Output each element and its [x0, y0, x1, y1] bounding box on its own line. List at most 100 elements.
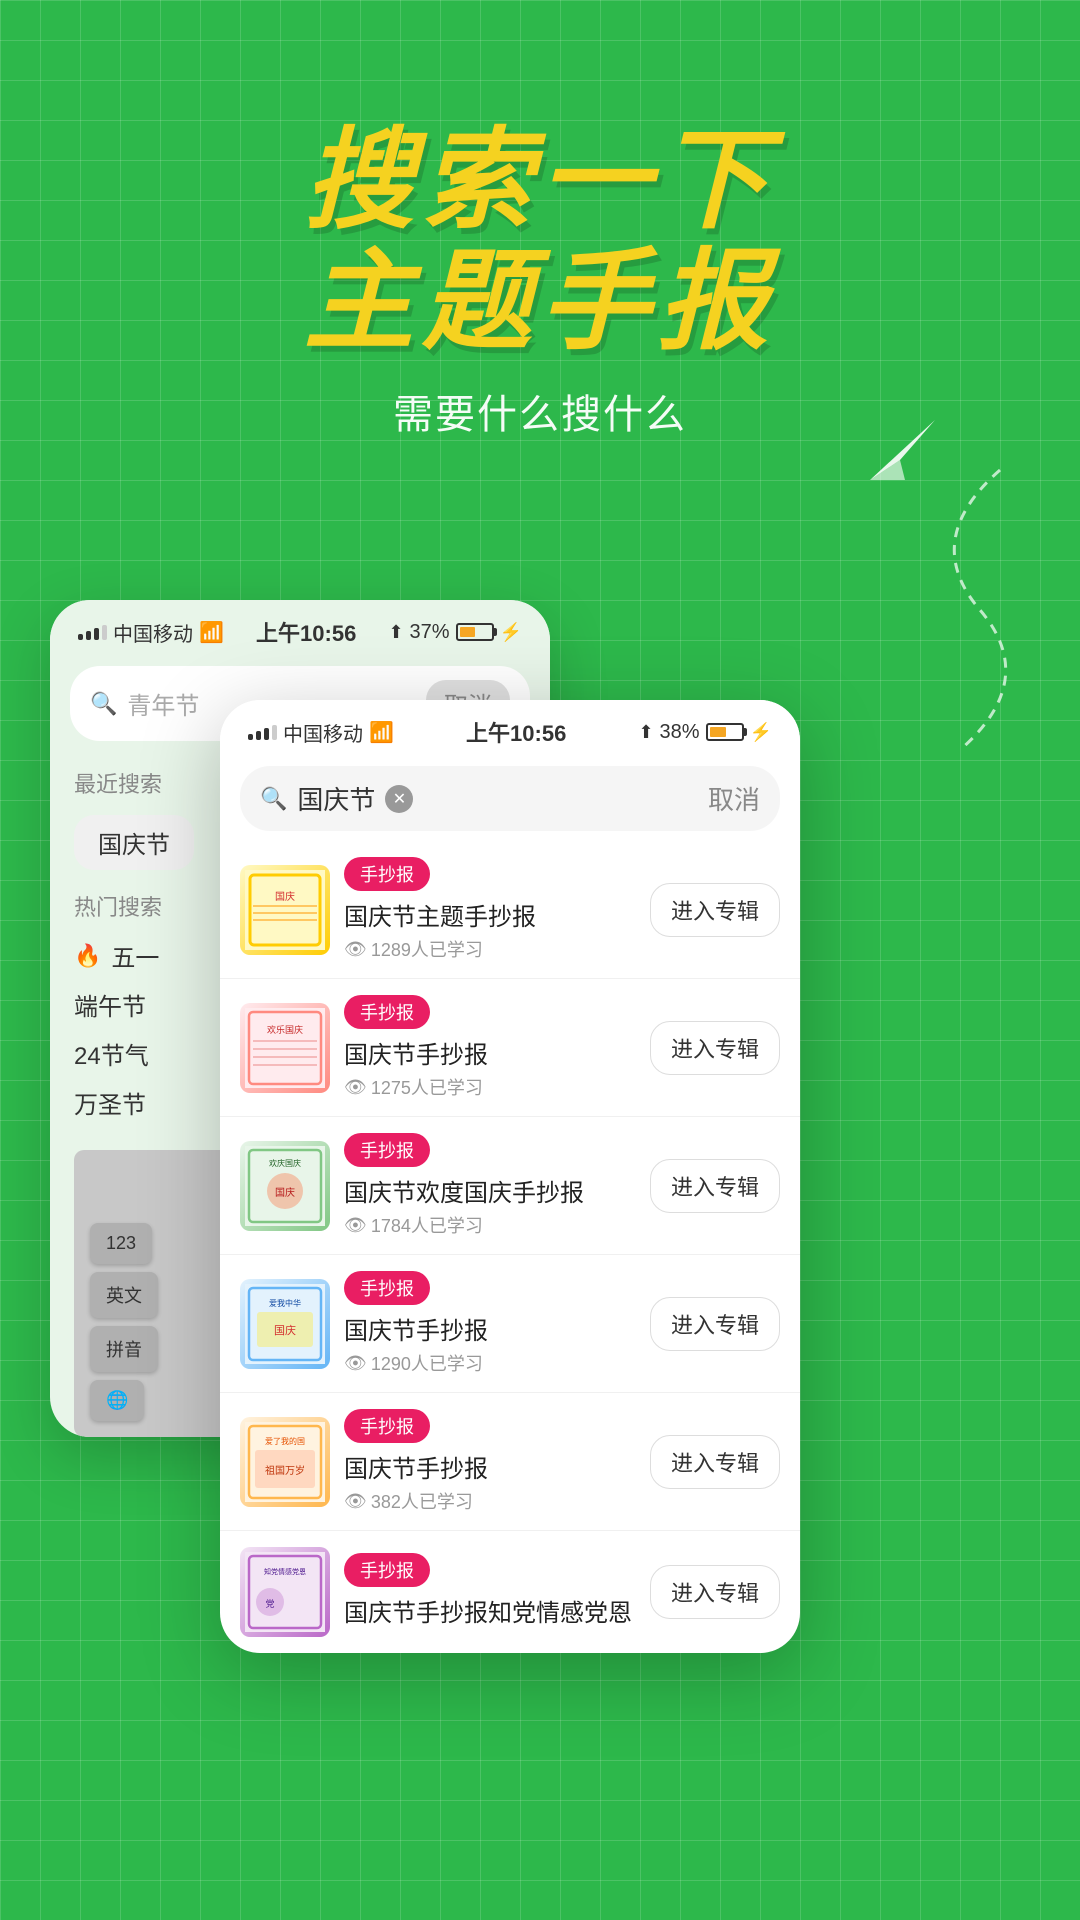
result-title-6: 国庆节手抄报知党情感党恩: [344, 1593, 636, 1628]
result-info-4: 手抄报 国庆节手抄报 👁 1290人已学习: [344, 1271, 636, 1376]
result-item-1[interactable]: 国庆 手抄报 国庆节主题手抄报 👁 1289人已学习 进入专辑: [220, 841, 800, 979]
svg-text:国庆: 国庆: [275, 1186, 295, 1199]
result-views-2: 👁 1275人已学习: [344, 1074, 636, 1100]
result-info-3: 手抄报 国庆节欢度国庆手抄报 👁 1784人已学习: [344, 1133, 636, 1238]
result-title-4: 国庆节手抄报: [344, 1311, 636, 1346]
result-tag-6: 手抄报: [344, 1553, 430, 1587]
back-phone-status-bar: 中国移动 📶 上午10:56 ⬆ 37% ⚡: [50, 600, 550, 658]
front-wifi-icon: 📶: [369, 720, 394, 745]
back-search-icon: 🔍: [90, 691, 117, 717]
result-thumb-6: 知党情感党恩 党: [240, 1547, 330, 1637]
front-search-icon: 🔍: [260, 786, 287, 812]
front-phone-status-bar: 中国移动 📶 上午10:56 ⬆ 38% ⚡: [220, 700, 800, 758]
front-search-query: 国庆节: [297, 780, 375, 817]
front-signal-icon: [248, 725, 277, 740]
result-item-6[interactable]: 知党情感党恩 党 手抄报 国庆节手抄报知党情感党恩 进入专辑: [220, 1531, 800, 1653]
front-charging-icon: ⚡: [750, 722, 772, 743]
front-search-bar[interactable]: 🔍 国庆节 ✕ 取消: [240, 766, 780, 831]
front-clear-button[interactable]: ✕: [385, 785, 413, 813]
hero-title-line2: 主题手报: [304, 241, 776, 362]
result-thumb-1: 国庆: [240, 865, 330, 955]
back-battery-icon: [456, 623, 494, 641]
back-location-icon: ⬆: [388, 622, 403, 643]
eye-icon-1: 👁: [344, 939, 367, 960]
svg-text:党: 党: [265, 1598, 274, 1609]
result-info-1: 手抄报 国庆节主题手抄报 👁 1289人已学习: [344, 857, 636, 962]
result-tag-3: 手抄报: [344, 1133, 430, 1167]
front-cancel-button[interactable]: 取消: [708, 780, 760, 817]
result-tag-2: 手抄报: [344, 995, 430, 1029]
result-title-5: 国庆节手抄报: [344, 1449, 636, 1484]
back-status-left: 中国移动 📶: [78, 618, 224, 647]
result-item-4[interactable]: 爱我中华 国庆 手抄报 国庆节手抄报 👁 1290人已学习 进入专辑: [220, 1255, 800, 1393]
svg-text:国庆: 国庆: [275, 890, 295, 903]
front-location-icon: ⬆: [638, 722, 653, 743]
eye-icon-5: 👁: [344, 1491, 367, 1512]
front-status-right: ⬆ 38% ⚡: [638, 721, 772, 744]
eye-icon-2: 👁: [344, 1077, 367, 1098]
svg-text:欢庆国庆: 欢庆国庆: [269, 1158, 301, 1168]
back-time: 上午10:56: [256, 616, 356, 648]
kbd-123[interactable]: 123: [90, 1223, 152, 1264]
kbd-pinyin[interactable]: 拼音: [90, 1326, 158, 1372]
result-views-1: 👁 1289人已学习: [344, 936, 636, 962]
back-battery-percent: 37%: [410, 621, 450, 644]
result-info-6: 手抄报 国庆节手抄报知党情感党恩: [344, 1553, 636, 1632]
back-status-right: ⬆ 37% ⚡: [388, 621, 522, 644]
hot-text-4: 万圣节: [74, 1085, 146, 1120]
result-info-2: 手抄报 国庆节手抄报 👁 1275人已学习: [344, 995, 636, 1100]
svg-text:祖国万岁: 祖国万岁: [265, 1464, 305, 1477]
enter-album-button-4[interactable]: 进入专辑: [650, 1297, 780, 1351]
result-info-5: 手抄报 国庆节手抄报 👁 382人已学习: [344, 1409, 636, 1514]
fire-icon: 🔥: [74, 943, 101, 969]
kbd-english[interactable]: 英文: [90, 1272, 158, 1318]
result-title-2: 国庆节手抄报: [344, 1035, 636, 1070]
back-signal-icon: [78, 625, 107, 640]
front-battery-percent: 38%: [660, 721, 700, 744]
phone-front-mockup: 中国移动 📶 上午10:56 ⬆ 38% ⚡ 🔍 国庆节 ✕ 取消: [220, 700, 800, 1653]
back-search-placeholder: 青年节: [127, 686, 199, 721]
result-views-5: 👁 382人已学习: [344, 1488, 636, 1514]
hot-text-1: 五一: [111, 938, 159, 973]
enter-album-button-2[interactable]: 进入专辑: [650, 1021, 780, 1075]
back-wifi-icon: 📶: [199, 620, 224, 645]
dashed-curve-decoration: [900, 460, 1020, 760]
search-results-list: 国庆 手抄报 国庆节主题手抄报 👁 1289人已学习 进入专辑: [220, 841, 800, 1653]
result-title-3: 国庆节欢度国庆手抄报: [344, 1173, 636, 1208]
front-status-left: 中国移动 📶: [248, 718, 394, 747]
result-thumb-4: 爱我中华 国庆: [240, 1279, 330, 1369]
result-item-2[interactable]: 欢乐国庆 手抄报 国庆节手抄报 👁 1275人已学习 进入专辑: [220, 979, 800, 1117]
hero-title-line1: 搜索一下: [304, 120, 776, 241]
result-tag-4: 手抄报: [344, 1271, 430, 1305]
back-carrier: 中国移动: [113, 618, 193, 647]
result-thumb-2: 欢乐国庆: [240, 1003, 330, 1093]
svg-text:知党情感党恩: 知党情感党恩: [264, 1567, 306, 1576]
result-title-1: 国庆节主题手抄报: [344, 897, 636, 932]
hero-subtitle: 需要什么搜什么: [393, 382, 687, 440]
result-views-4: 👁 1290人已学习: [344, 1350, 636, 1376]
enter-album-button-6[interactable]: 进入专辑: [650, 1565, 780, 1619]
svg-text:爱了我的国: 爱了我的国: [265, 1436, 305, 1446]
enter-album-button-3[interactable]: 进入专辑: [650, 1159, 780, 1213]
front-battery-icon: [706, 723, 744, 741]
back-charging-icon: ⚡: [500, 622, 522, 643]
front-carrier: 中国移动: [283, 718, 363, 747]
recent-tag-item[interactable]: 国庆节: [74, 815, 194, 870]
result-item-3[interactable]: 欢庆国庆 国庆 手抄报 国庆节欢度国庆手抄报 👁 1784人已学习 进入专辑: [220, 1117, 800, 1255]
eye-icon-4: 👁: [344, 1353, 367, 1374]
result-tag-5: 手抄报: [344, 1409, 430, 1443]
result-thumb-5: 爱了我的国 祖国万岁: [240, 1417, 330, 1507]
result-item-5[interactable]: 爱了我的国 祖国万岁 手抄报 国庆节手抄报 👁 382人已学习 进入专辑: [220, 1393, 800, 1531]
result-tag-1: 手抄报: [344, 857, 430, 891]
hot-text-3: 24节气: [74, 1036, 149, 1071]
enter-album-button-5[interactable]: 进入专辑: [650, 1435, 780, 1489]
hot-text-2: 端午节: [74, 987, 146, 1022]
enter-album-button-1[interactable]: 进入专辑: [650, 883, 780, 937]
svg-text:爱我中华: 爱我中华: [269, 1298, 301, 1308]
front-time: 上午10:56: [466, 716, 566, 748]
kbd-globe-icon[interactable]: 🌐: [90, 1380, 144, 1421]
result-thumb-3: 欢庆国庆 国庆: [240, 1141, 330, 1231]
svg-text:欢乐国庆: 欢乐国庆: [267, 1024, 303, 1035]
eye-icon-3: 👁: [344, 1215, 367, 1236]
result-views-3: 👁 1784人已学习: [344, 1212, 636, 1238]
